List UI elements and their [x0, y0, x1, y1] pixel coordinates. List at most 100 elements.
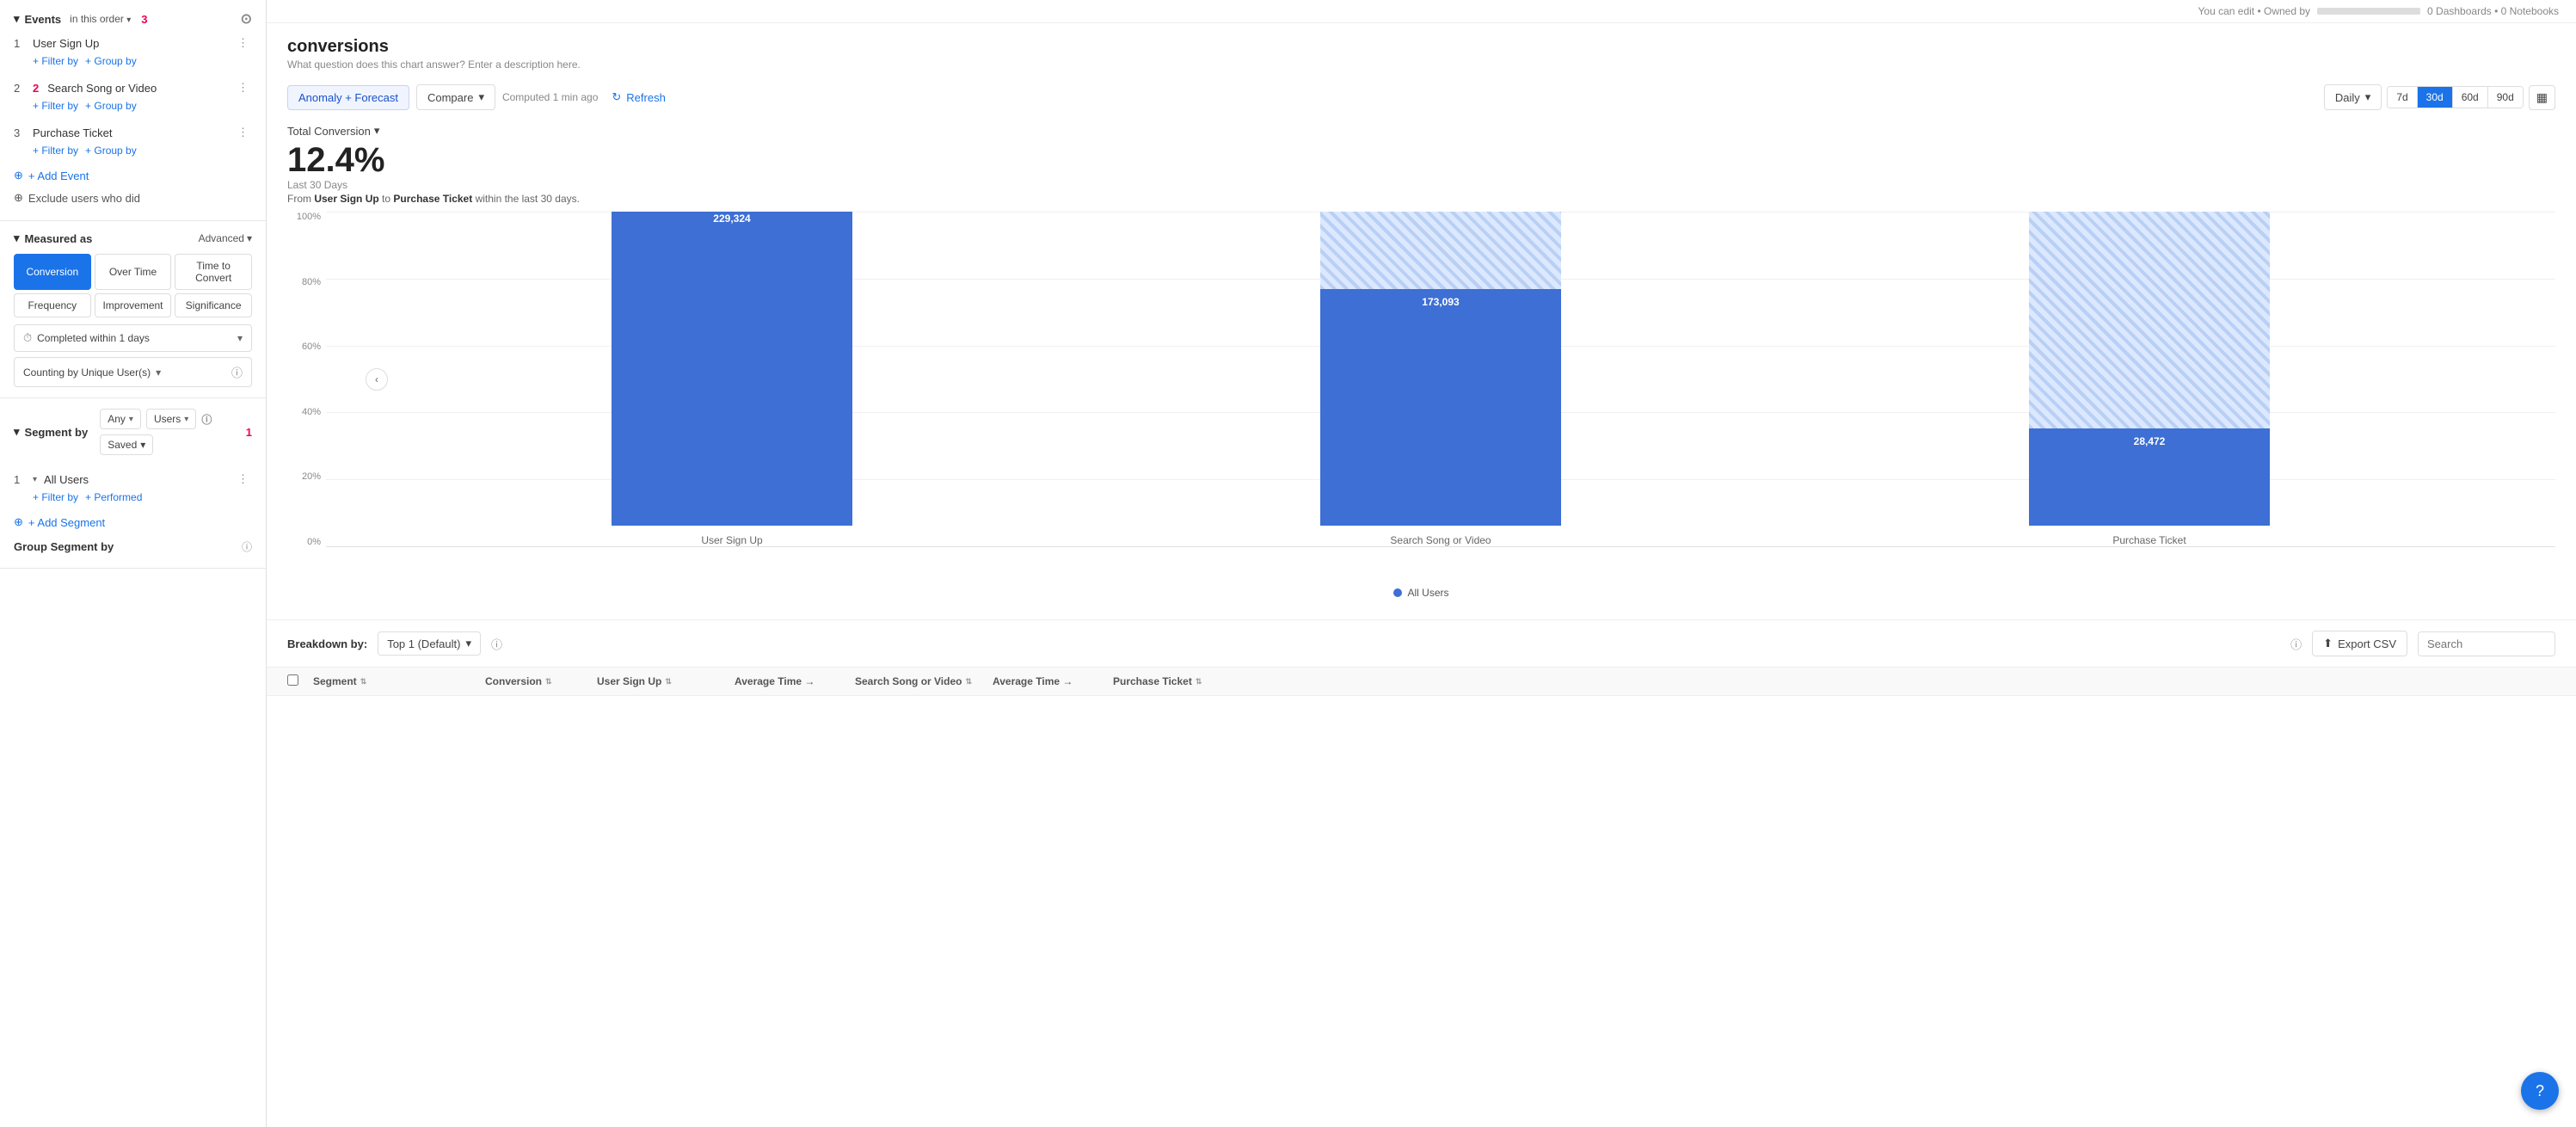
exclude-icon: ⊕: [14, 191, 23, 205]
calendar-button[interactable]: ▦: [2529, 85, 2555, 110]
bar-user-signup-solid[interactable]: 229,324: [612, 212, 852, 526]
th-segment[interactable]: Segment ⇅: [313, 675, 485, 687]
counting-info-icon[interactable]: ⓘ: [231, 364, 243, 380]
event-num-2: 2: [14, 82, 26, 95]
bar-search-label: 173,093: [1422, 296, 1459, 308]
advanced-button[interactable]: Advanced ▾: [199, 232, 252, 244]
dashboards-text: 0 Dashboards • 0 Notebooks: [2427, 5, 2559, 17]
event-group-3[interactable]: + Group by: [85, 145, 137, 157]
event-item-1: 1 User Sign Up ⋮ + Filter by + Group by: [14, 28, 252, 72]
metric-label-dropdown[interactable]: Total Conversion ▾: [287, 124, 379, 138]
breakdown-chevron: ▾: [465, 637, 471, 650]
event-menu-2[interactable]: ⋮: [234, 79, 252, 96]
segment-collapse-icon[interactable]: ▾: [33, 475, 37, 484]
event-item-2: 2 2 Search Song or Video ⋮ + Filter by +…: [14, 72, 252, 117]
compare-button[interactable]: Compare ▾: [416, 84, 495, 110]
th-conversion[interactable]: Conversion ⇅: [485, 675, 597, 687]
bar-purchase-xlabel: Purchase Ticket: [2112, 534, 2186, 546]
tab-frequency[interactable]: Frequency: [14, 293, 91, 317]
select-all-checkbox[interactable]: [287, 674, 298, 686]
tab-improvement[interactable]: Improvement: [95, 293, 172, 317]
measured-as-section: ▾ Measured as Advanced ▾ Conversion Over…: [0, 221, 266, 398]
group-segment-info[interactable]: ⓘ: [242, 539, 252, 554]
legend-label: All Users: [1407, 587, 1448, 599]
chart-bars-area: 229,324 User Sign Up 173,093: [326, 212, 2555, 546]
tab-significance[interactable]: Significance: [175, 293, 252, 317]
bar-user-signup: 229,324 User Sign Up: [612, 212, 852, 546]
export-icon: ⬆: [2323, 637, 2333, 650]
refresh-button[interactable]: ↻ Refresh: [605, 87, 672, 108]
chart-nav-left[interactable]: ‹: [366, 368, 388, 391]
period-60d[interactable]: 60d: [2453, 87, 2488, 108]
breakdown-select[interactable]: Top 1 (Default) ▾: [378, 631, 481, 656]
legend-dot: [1393, 588, 1402, 597]
period-90d[interactable]: 90d: [2488, 87, 2523, 108]
event-name-1: User Sign Up: [33, 37, 227, 50]
floating-action-button[interactable]: ?: [2521, 1072, 2559, 1110]
th-search-song[interactable]: Search Song or Video ⇅: [855, 675, 993, 687]
saved-button[interactable]: Saved ▾: [100, 434, 153, 455]
chart-area: conversions What question does this char…: [267, 23, 2576, 619]
breakdown-label: Breakdown by:: [287, 637, 367, 650]
table-header: Segment ⇅ Conversion ⇅ User Sign Up ⇅ Av…: [267, 667, 2576, 696]
right-controls: Daily ▾ 7d 30d 60d 90d ▦: [2324, 84, 2555, 110]
bar-purchase-solid[interactable]: 28,472: [2029, 428, 2270, 526]
th-purchase-ticket[interactable]: Purchase Ticket ⇅: [1113, 675, 1251, 687]
period-7d[interactable]: 7d: [2388, 87, 2417, 108]
any-chevron: ▾: [129, 415, 133, 424]
segment-users-dropdown[interactable]: Users ▾: [146, 409, 196, 429]
legend-row: All Users: [287, 580, 2555, 606]
bar-search-solid[interactable]: 173,093: [1320, 289, 1561, 526]
sort-search-icon: ⇅: [965, 677, 972, 687]
export-csv-button[interactable]: ⬆ Export CSV: [2312, 631, 2407, 656]
anomaly-forecast-button[interactable]: Anomaly + Forecast: [287, 85, 409, 110]
event-group-2[interactable]: + Group by: [85, 100, 137, 112]
period-30d[interactable]: 30d: [2418, 87, 2453, 108]
events-section-header[interactable]: ▾ Events in this order ▾ 3 ⊙: [14, 10, 252, 28]
breakdown-bar: Breakdown by: Top 1 (Default) ▾ ⓘ ⓘ ⬆ Ex…: [267, 619, 2576, 667]
th-user-signup[interactable]: User Sign Up ⇅: [597, 675, 735, 687]
measured-as-title[interactable]: ▾ Measured as: [14, 231, 92, 245]
segment-item-1: 1 ▾ All Users ⋮ + Filter by + Performed: [14, 464, 252, 508]
add-segment-button[interactable]: ⊕ + Add Segment: [14, 508, 252, 533]
chart-y-axis: 100% 80% 60% 40% 20% 0%: [287, 212, 326, 547]
exclude-users-button[interactable]: ⊕ Exclude users who did: [14, 186, 252, 210]
bar-purchase-hatched: [2029, 212, 2270, 428]
segment-menu-1[interactable]: ⋮: [234, 471, 252, 488]
metric-section: Total Conversion ▾ 12.4% Last 30 Days Fr…: [287, 124, 2555, 205]
completed-within-dropdown[interactable]: ⏱ Completed within 1 days ▾: [14, 324, 252, 352]
search-input[interactable]: [2418, 631, 2555, 656]
daily-dropdown[interactable]: Daily ▾: [2324, 84, 2382, 110]
event-filter-2[interactable]: + Filter by: [33, 100, 78, 112]
add-event-button[interactable]: ⊕ + Add Event: [14, 162, 252, 186]
segment-filter-1[interactable]: + Filter by: [33, 491, 78, 503]
daily-chevron: ▾: [2365, 90, 2371, 104]
breakdown-right: ⓘ ⬆ Export CSV: [2290, 631, 2555, 656]
event-2-badge: 2: [33, 82, 39, 95]
bar-search-song: 173,093 Search Song or Video: [1320, 212, 1561, 546]
measure-tabs: Conversion Over Time Time to Convert Fre…: [14, 254, 252, 317]
group-segment-row: Group Segment by ⓘ: [14, 533, 252, 557]
event-menu-1[interactable]: ⋮: [234, 34, 252, 52]
tab-time-to-convert[interactable]: Time to Convert: [175, 254, 252, 290]
breakdown-info-icon[interactable]: ⓘ: [491, 636, 502, 652]
event-filter-1[interactable]: + Filter by: [33, 55, 78, 67]
segment-header[interactable]: ▾ Segment by Any ▾ Users ▾ ⓘ Saved ▾ 1: [14, 409, 252, 455]
segment-info-icon[interactable]: ⓘ: [201, 412, 212, 427]
event-group-1[interactable]: + Group by: [85, 55, 137, 67]
event-num-3: 3: [14, 126, 26, 139]
legend-all-users: All Users: [1393, 587, 1448, 599]
segment-any-dropdown[interactable]: Any ▾: [100, 409, 141, 429]
segment-performed-1[interactable]: + Performed: [85, 491, 142, 503]
chart-container: 100% 80% 60% 40% 20% 0%: [287, 212, 2555, 573]
event-filter-3[interactable]: + Filter by: [33, 145, 78, 157]
tab-conversion[interactable]: Conversion: [14, 254, 91, 290]
breakdown-info-icon-2[interactable]: ⓘ: [2290, 636, 2302, 652]
th-avg-time-1[interactable]: Average Time →: [735, 675, 855, 687]
counting-by-dropdown[interactable]: Counting by Unique User(s) ▾ ⓘ: [14, 357, 252, 387]
sort-user-signup-icon: ⇅: [665, 677, 672, 687]
event-menu-3[interactable]: ⋮: [234, 124, 252, 141]
th-avg-time-2[interactable]: Average Time →: [993, 675, 1113, 687]
tab-over-time[interactable]: Over Time: [95, 254, 172, 290]
clock-icon: ⏱: [23, 331, 32, 345]
